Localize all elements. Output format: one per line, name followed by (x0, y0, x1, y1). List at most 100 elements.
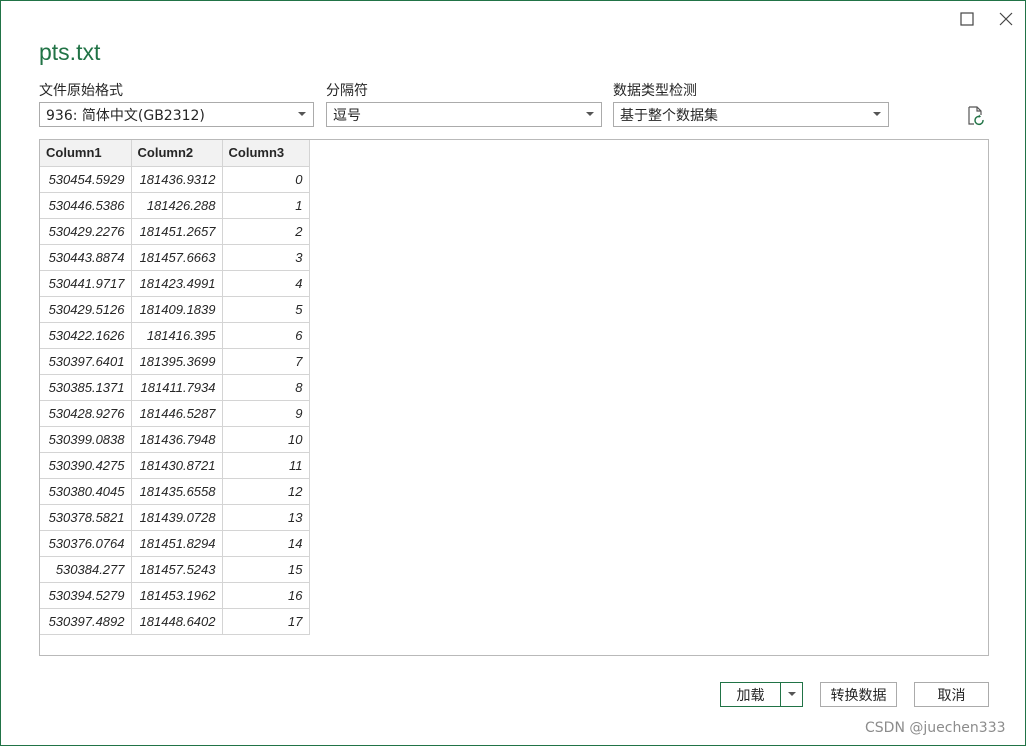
table-row: 530446.5386 181426.288 1 (40, 192, 310, 219)
table-cell[interactable]: 4 (222, 270, 310, 297)
table-cell[interactable]: 530428.9276 (40, 400, 132, 427)
table-cell[interactable]: 530378.5821 (40, 504, 132, 531)
table-cell[interactable]: 11 (222, 452, 310, 479)
table-row: 530397.4892 181448.6402 17 (40, 608, 310, 635)
preview-table-body: 530454.5929 181436.9312 0 530446.5386 181426… (40, 166, 310, 635)
table-cell[interactable]: 181446.5287 (131, 400, 223, 427)
transform-data-button[interactable]: 转换数据 (820, 682, 897, 707)
table-cell[interactable]: 9 (222, 400, 310, 427)
close-button[interactable] (994, 9, 1018, 29)
table-cell[interactable]: 6 (222, 322, 310, 349)
table-cell[interactable]: 2 (222, 218, 310, 245)
chevron-down-icon (787, 692, 796, 696)
table-cell[interactable]: 14 (222, 530, 310, 557)
table-cell[interactable]: 530394.5279 (40, 582, 132, 609)
table-row: 530376.0764 181451.8294 14 (40, 530, 310, 557)
table-row: 530384.277 181457.5243 15 (40, 556, 310, 583)
data-preview[interactable]: Column1 Column2 Column3 530454.5929 18143… (39, 139, 989, 656)
table-cell[interactable]: 530390.4275 (40, 452, 132, 479)
table-cell[interactable]: 181430.8721 (131, 452, 223, 479)
table-cell[interactable]: 181416.395 (131, 322, 223, 349)
table-cell[interactable]: 181457.5243 (131, 556, 223, 583)
table-row: 530429.5126 181409.1839 5 (40, 296, 310, 323)
table-row: 530422.1626 181416.395 6 (40, 322, 310, 349)
table-cell[interactable]: 181395.3699 (131, 348, 223, 375)
table-cell[interactable]: 7 (222, 348, 310, 375)
table-cell[interactable]: 530443.8874 (40, 244, 132, 271)
table-cell[interactable]: 181423.4991 (131, 270, 223, 297)
table-cell[interactable]: 181436.7948 (131, 426, 223, 453)
column-header[interactable]: Column3 (222, 140, 310, 167)
table-cell[interactable]: 8 (222, 374, 310, 401)
table-cell[interactable]: 5 (222, 296, 310, 323)
column-header[interactable]: Column2 (131, 140, 223, 167)
dialog-title: pts.txt (39, 39, 101, 65)
table-row: 530390.4275 181430.8721 11 (40, 452, 310, 479)
maximize-button[interactable] (955, 9, 979, 29)
table-cell[interactable]: 530397.6401 (40, 348, 132, 375)
refresh-icon (968, 106, 984, 126)
table-cell[interactable]: 530380.4045 (40, 478, 132, 505)
refresh-button[interactable] (965, 105, 987, 127)
table-row: 530378.5821 181439.0728 13 (40, 504, 310, 531)
table-cell[interactable]: 10 (222, 426, 310, 453)
chevron-down-icon (579, 103, 601, 126)
table-row: 530428.9276 181446.5287 9 (40, 400, 310, 427)
load-split-button: 加载 (720, 682, 803, 707)
data-type-detection-label: 数据类型检测 (613, 83, 697, 99)
table-cell[interactable]: 181451.2657 (131, 218, 223, 245)
table-cell[interactable]: 0 (222, 166, 310, 193)
file-origin-dropdown[interactable]: 936: 简体中文(GB2312) (39, 102, 314, 127)
table-cell[interactable]: 13 (222, 504, 310, 531)
table-cell[interactable]: 1 (222, 192, 310, 219)
delimiter-value: 逗号 (333, 107, 361, 124)
table-cell[interactable]: 181457.6663 (131, 244, 223, 271)
table-cell[interactable]: 530454.5929 (40, 166, 132, 193)
table-cell[interactable]: 181411.7934 (131, 374, 223, 401)
table-row: 530394.5279 181453.1962 16 (40, 582, 310, 609)
table-row: 530454.5929 181436.9312 0 (40, 166, 310, 193)
import-dialog: pts.txt 文件原始格式 936: 简体中文(GB2312) 分隔符 逗号 … (0, 0, 1026, 746)
table-cell[interactable]: 530385.1371 (40, 374, 132, 401)
chevron-down-icon (866, 103, 888, 126)
table-cell[interactable]: 15 (222, 556, 310, 583)
close-icon (999, 12, 1013, 26)
table-cell[interactable]: 530376.0764 (40, 530, 132, 557)
table-cell[interactable]: 530399.0838 (40, 426, 132, 453)
table-cell[interactable]: 530429.5126 (40, 296, 132, 323)
table-cell[interactable]: 530441.9717 (40, 270, 132, 297)
table-cell[interactable]: 181439.0728 (131, 504, 223, 531)
table-cell[interactable]: 17 (222, 608, 310, 635)
table-row: 530385.1371 181411.7934 8 (40, 374, 310, 401)
column-header[interactable]: Column1 (40, 140, 132, 167)
data-type-detection-dropdown[interactable]: 基于整个数据集 (613, 102, 889, 127)
delimiter-label: 分隔符 (326, 83, 368, 99)
table-cell[interactable]: 181435.6558 (131, 478, 223, 505)
load-options-button[interactable] (781, 683, 802, 706)
file-origin-value: 936: 简体中文(GB2312) (46, 107, 205, 124)
table-cell[interactable]: 3 (222, 244, 310, 271)
table-cell[interactable]: 181409.1839 (131, 296, 223, 323)
table-cell[interactable]: 530397.4892 (40, 608, 132, 635)
table-cell[interactable]: 181448.6402 (131, 608, 223, 635)
table-row: 530380.4045 181435.6558 12 (40, 478, 310, 505)
table-cell[interactable]: 530429.2276 (40, 218, 132, 245)
delimiter-dropdown[interactable]: 逗号 (326, 102, 602, 127)
table-cell[interactable]: 16 (222, 582, 310, 609)
cancel-button[interactable]: 取消 (914, 682, 989, 707)
table-row: 530399.0838 181436.7948 10 (40, 426, 310, 453)
table-cell[interactable]: 530384.277 (40, 556, 132, 583)
maximize-icon (960, 12, 974, 26)
load-button[interactable]: 加载 (721, 683, 781, 706)
table-cell[interactable]: 12 (222, 478, 310, 505)
table-cell[interactable]: 181436.9312 (131, 166, 223, 193)
file-origin-label: 文件原始格式 (39, 83, 123, 99)
chevron-down-icon (291, 103, 313, 126)
table-row: 530397.6401 181395.3699 7 (40, 348, 310, 375)
table-cell[interactable]: 530446.5386 (40, 192, 132, 219)
watermark: CSDN @juechen333 (865, 720, 1006, 736)
table-cell[interactable]: 530422.1626 (40, 322, 132, 349)
table-cell[interactable]: 181453.1962 (131, 582, 223, 609)
table-cell[interactable]: 181451.8294 (131, 530, 223, 557)
table-cell[interactable]: 181426.288 (131, 192, 223, 219)
